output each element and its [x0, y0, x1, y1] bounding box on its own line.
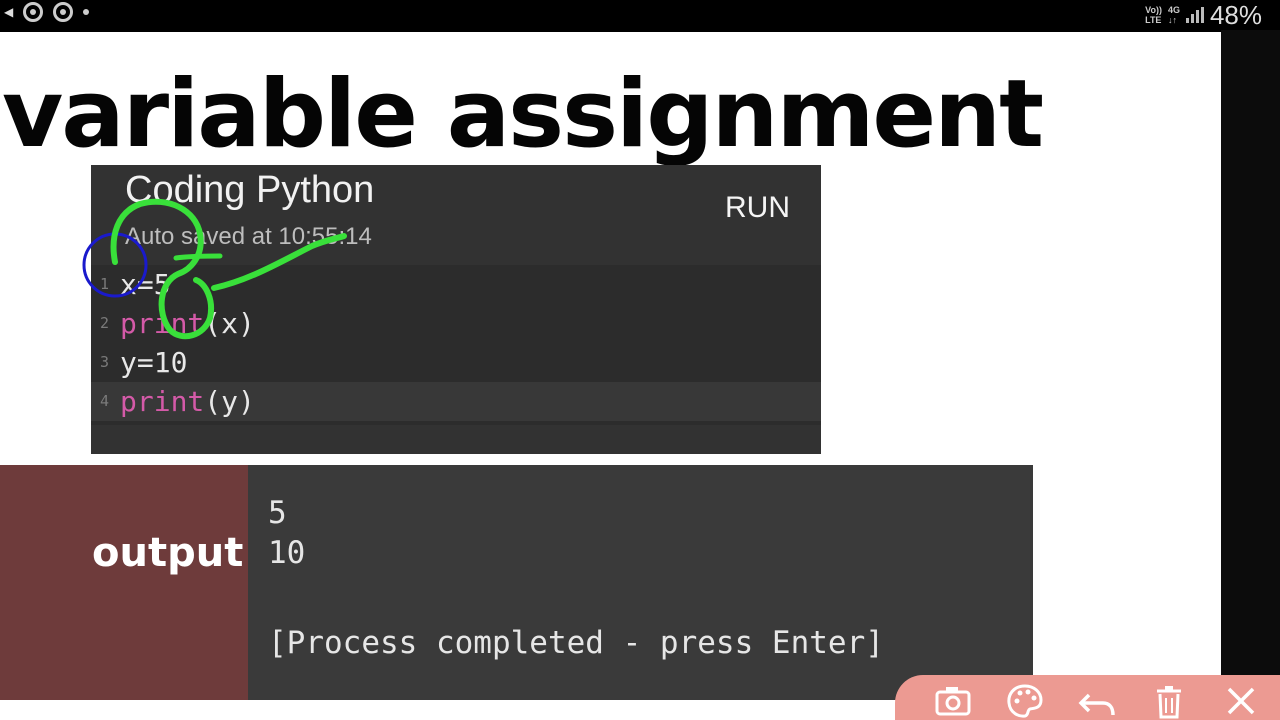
code-text: print(x) [120, 304, 255, 343]
screen-side-strip [1221, 30, 1280, 720]
chrome-icon [53, 2, 74, 22]
keyword-token: print [120, 307, 205, 340]
code-line[interactable]: 3 y=10 [91, 343, 821, 382]
code-line-active[interactable]: 4 print(y) [91, 382, 821, 421]
trash-icon[interactable] [1149, 683, 1189, 719]
code-text: y=10 [120, 346, 188, 379]
volte-label: Vo)) [1145, 5, 1162, 15]
keyword-token: print [120, 385, 205, 418]
output-console[interactable]: 5 10 [Process completed - press Enter] [248, 465, 1033, 700]
camera-icon[interactable] [933, 683, 973, 719]
code-line[interactable]: 1 x=5 [91, 265, 821, 304]
output-line: [Process completed - press Enter] [268, 625, 884, 661]
code-area[interactable]: 1 x=5 2 print(x) 3 y=10 4 print(y) [91, 265, 821, 425]
line-number: 2 [100, 314, 110, 332]
code-text: print(y) [120, 382, 255, 421]
output-label: output [92, 530, 244, 576]
code-token: (y) [204, 385, 255, 418]
undo-icon[interactable] [1077, 683, 1117, 719]
editor-title: Coding Python [125, 169, 375, 211]
palette-icon[interactable] [1005, 683, 1045, 719]
system-icons: Vo)) LTE 4G ↓↑ 48% [1145, 0, 1262, 30]
slide-title: variable assignment [2, 60, 1044, 169]
network-type-indicator: 4G ↓↑ [1168, 5, 1180, 25]
volte-indicator: Vo)) LTE [1145, 5, 1162, 25]
battery-percentage: 48% [1209, 0, 1262, 30]
line-number: 3 [100, 353, 110, 371]
close-icon[interactable] [1221, 683, 1261, 719]
status-bar: ◀ Vo)) LTE 4G ↓↑ 48% [0, 0, 1280, 30]
data-arrows-icon: ↓↑ [1167, 15, 1177, 25]
notification-icons: ◀ [4, 2, 90, 22]
output-label-box [0, 465, 248, 700]
network-type-label: 4G [1167, 5, 1180, 15]
media-icon: ◀ [4, 5, 14, 19]
line-number: 1 [100, 275, 110, 293]
code-line[interactable]: 2 print(x) [91, 304, 821, 343]
code-token: (x) [204, 307, 255, 340]
lte-label: LTE [1145, 15, 1162, 25]
output-line: 5 [268, 495, 287, 531]
chrome-icon [23, 2, 44, 22]
line-number: 4 [100, 392, 110, 410]
output-line: 10 [268, 535, 306, 571]
code-text: x=5 [120, 268, 171, 301]
code-editor-panel: Coding Python Auto saved at 10:55:14 RUN… [91, 165, 821, 454]
autosave-status: Auto saved at 10:55:14 [125, 223, 372, 250]
run-button[interactable]: RUN [725, 191, 790, 225]
more-notifications-icon [83, 9, 90, 15]
signal-icon [1185, 7, 1204, 23]
pen-toolbar [895, 675, 1280, 720]
